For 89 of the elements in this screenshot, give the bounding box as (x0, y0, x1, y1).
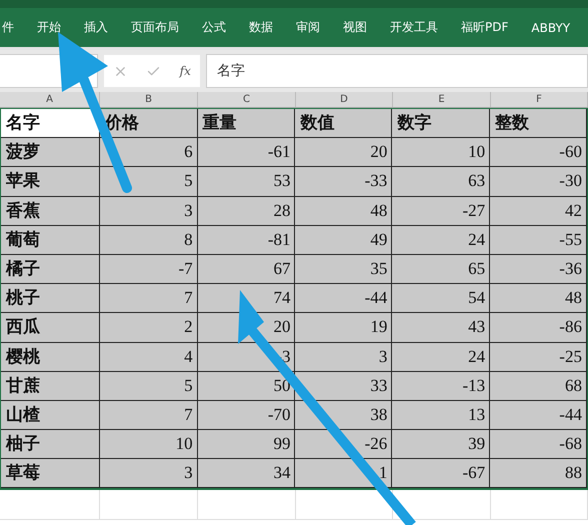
table-cell: 48 (490, 284, 587, 314)
table-cell: -44 (295, 284, 392, 314)
table-cell: 10 (392, 138, 490, 168)
table-cell: 2 (100, 313, 198, 342)
table-cell: 35 (295, 254, 392, 284)
ribbon-tab[interactable]: 页面布局 (131, 19, 179, 36)
table-cell: 49 (295, 226, 392, 255)
table-cell: 10 (100, 430, 198, 460)
table-cell: 7 (100, 400, 198, 430)
table-cell: 香蕉 (1, 196, 100, 226)
ribbon-tab[interactable]: 福昕PDF (461, 19, 508, 36)
table-cell: 5 (100, 167, 198, 197)
table-cell: 88 (490, 459, 587, 488)
table-cell: 价格 (100, 109, 198, 138)
table-cell: 柚子 (1, 430, 100, 460)
table-cell: -68 (490, 430, 587, 460)
table-cell: 7 (100, 284, 198, 314)
ribbon-tab[interactable]: 插入 (84, 19, 108, 36)
table-cell: -70 (198, 400, 296, 430)
table-cell: 整数 (490, 109, 587, 138)
table-cell: 数值 (295, 109, 392, 138)
table-cell: -13 (392, 372, 490, 401)
table-cell: 3 (295, 342, 392, 372)
table-cell: 3 (100, 459, 198, 488)
formula-field[interactable]: 名字 (206, 54, 588, 88)
ribbon-tab[interactable]: 开始 (37, 19, 61, 36)
table-cell: -25 (490, 342, 587, 372)
table-cell: 3 (100, 196, 198, 226)
table-cell: 34 (198, 459, 296, 488)
table-cell: 39 (392, 430, 490, 460)
column-header[interactable]: B (100, 92, 198, 107)
table-cell: 葡萄 (1, 226, 100, 255)
table-cell: 20 (295, 138, 392, 168)
table-cell: -60 (490, 138, 587, 168)
table-cell: 28 (198, 196, 296, 226)
table-cell: 甘蔗 (1, 372, 100, 401)
table-cell: 42 (490, 196, 587, 226)
table-cell: 樱桃 (1, 342, 100, 372)
table-cell: 13 (392, 400, 490, 430)
table-cell: 山楂 (1, 400, 100, 430)
ribbon-tab[interactable]: 公式 (202, 19, 226, 36)
column-header[interactable]: D (296, 92, 393, 107)
arrow-icon (238, 290, 416, 525)
ribbon-tab[interactable]: ABBYY (531, 20, 570, 34)
table-cell: 43 (392, 313, 490, 342)
table-cell: 68 (490, 372, 587, 401)
table-cell: -44 (490, 400, 587, 430)
table-cell: 重量 (198, 109, 296, 138)
table-cell: 99 (198, 430, 296, 460)
ribbon-tab[interactable]: 视图 (343, 19, 367, 36)
table-cell: -81 (198, 226, 296, 255)
table-cell: 65 (392, 254, 490, 284)
table-cell: 5 (100, 372, 198, 401)
table-cell: 24 (392, 226, 490, 255)
table-cell: 74 (198, 284, 296, 314)
table-cell: 4 (100, 342, 198, 372)
table-cell: 67 (198, 254, 296, 284)
table-cell: -27 (392, 196, 490, 226)
table-cell: -30 (490, 167, 587, 197)
ribbon-tab[interactable]: 开发工具 (390, 19, 438, 36)
column-header[interactable]: E (393, 92, 491, 107)
table-cell: -55 (490, 226, 587, 255)
table-cell: -67 (392, 459, 490, 488)
table-cell: 数字 (392, 109, 490, 138)
table-cell: -86 (490, 313, 587, 342)
column-header[interactable]: F (491, 92, 588, 107)
table-cell: 8 (100, 226, 198, 255)
table-cell: 24 (392, 342, 490, 372)
ribbon-tab[interactable]: 审阅 (296, 19, 320, 36)
table-cell: 苹果 (1, 167, 100, 197)
table-cell: -33 (295, 167, 392, 197)
table-cell: 草莓 (1, 459, 100, 488)
table-cell: 54 (392, 284, 490, 314)
ribbon-tab[interactable]: 数据 (249, 19, 273, 36)
table-cell: -61 (198, 138, 296, 168)
insert-function-button[interactable]: fx (180, 64, 191, 78)
table-cell: 西瓜 (1, 313, 100, 342)
table-cell: 19 (295, 313, 392, 342)
table-cell: 53 (198, 167, 296, 197)
table-cell: -7 (100, 254, 198, 284)
table-cell: 桃子 (1, 284, 100, 314)
table-cell: 菠萝 (1, 138, 100, 168)
ribbon-tab[interactable]: 件 (2, 19, 14, 36)
column-header[interactable]: A (0, 92, 100, 107)
column-header[interactable]: C (198, 92, 296, 107)
table-cell: 橘子 (1, 254, 100, 284)
table-cell: 63 (392, 167, 490, 197)
table-cell: -36 (490, 254, 587, 284)
table-cell: 48 (295, 196, 392, 226)
